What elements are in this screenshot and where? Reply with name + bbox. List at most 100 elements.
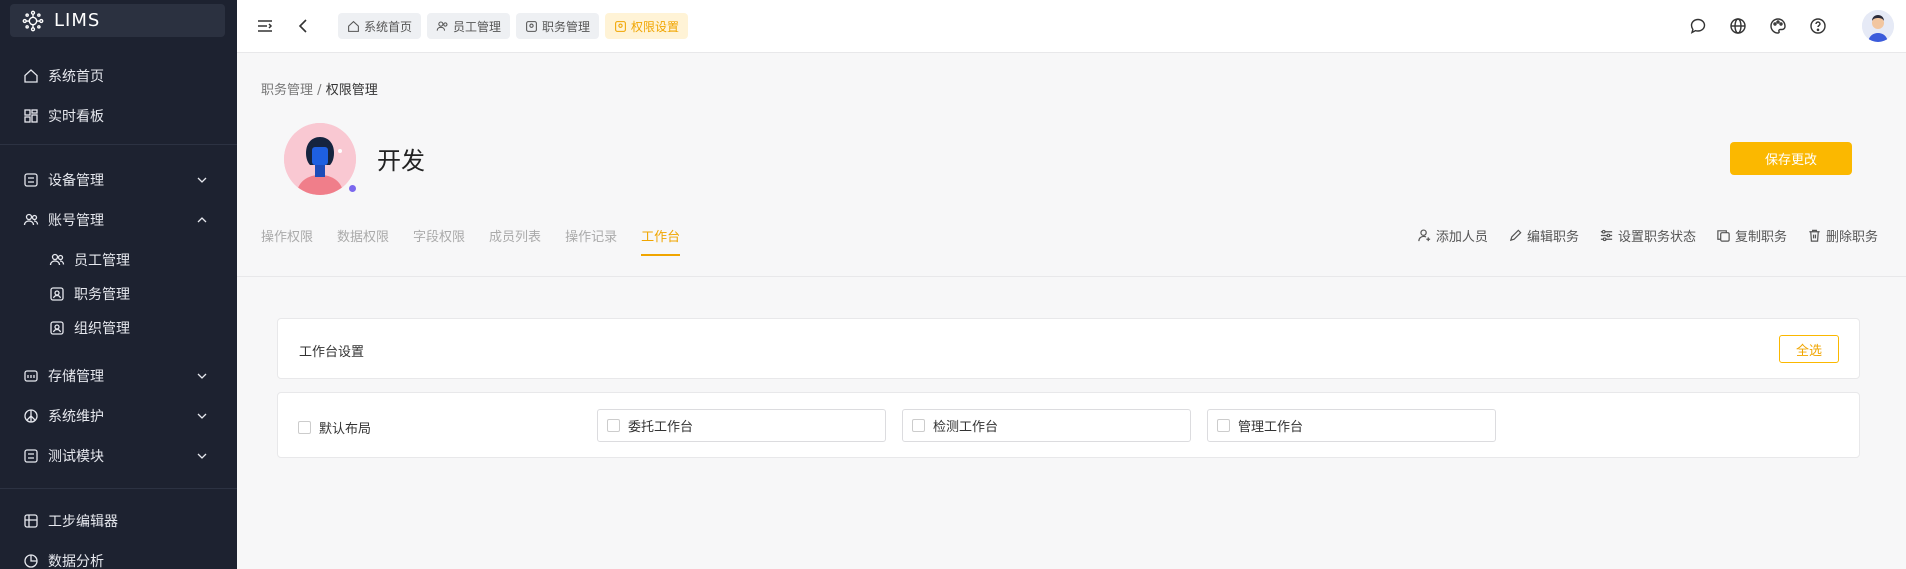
badge-icon [526,20,537,32]
edit-icon [1509,229,1522,242]
sidebar-divider [0,144,237,145]
role-actions: 添加人员 编辑职务 设置职务状态 复制职务 删除职务 [1417,226,1878,245]
users-icon [48,251,66,269]
tab-operation-permissions[interactable]: 操作权限 [261,226,313,254]
sidebar-divider [0,488,237,489]
tab-field-permissions[interactable]: 字段权限 [413,226,465,254]
grid-icon [22,512,40,530]
sidebar-item-maintenance[interactable]: 系统维护 [0,398,237,434]
sidebar-item-home[interactable]: 系统首页 [0,58,237,94]
checkbox[interactable] [912,419,925,432]
users-icon [22,211,40,229]
tab-divider [237,276,1906,277]
edit-position-button[interactable]: 编辑职务 [1508,226,1579,245]
chevron-down-icon [197,373,207,379]
sidebar-item-label: 组织管理 [74,321,130,337]
sidebar-item-label: 职务管理 [74,287,130,303]
logo-icon [22,10,44,31]
sidebar-item-label: 账号管理 [48,213,104,229]
sidebar: LIMS 系统首页 实时看板 设备管理 账号管理 员工管理 职务管理 组织管理 … [0,0,237,569]
permission-tabs: 操作权限 数据权限 字段权限 成员列表 操作记录 工作台 [261,226,681,256]
message-icon[interactable] [1688,16,1708,36]
sidebar-item-account[interactable]: 账号管理 [0,202,237,238]
app-logo[interactable]: LIMS [10,4,225,37]
action-label: 编辑职务 [1526,230,1579,245]
tab-operation-log[interactable]: 操作记录 [565,226,617,254]
option-label: 默认布局 [319,422,372,437]
badge-icon [48,319,66,337]
device-icon [22,171,40,189]
workbench-settings-card: 工作台设置 全选 [277,318,1860,379]
breadcrumb-parent[interactable]: 职务管理 [261,83,313,98]
chevron-up-icon [197,217,207,223]
badge-icon [48,285,66,303]
sidebar-item-test[interactable]: 测试模块 [0,438,237,474]
add-member-button[interactable]: 添加人员 [1417,226,1488,245]
action-label: 复制职务 [1734,230,1787,245]
menu-fold-icon[interactable] [255,16,275,36]
breadcrumb-current: 权限管理 [325,83,378,98]
copy-icon [1717,230,1730,242]
tab-permission-settings[interactable]: 权限设置 [605,13,689,39]
tab-label: 权限设置 [631,19,680,34]
role-avatar [284,123,356,195]
option-label: 委托工作台 [628,420,694,435]
option-entrust-workbench[interactable]: 委托工作台 [597,409,886,442]
users-icon [436,21,448,31]
checkbox[interactable] [298,421,311,434]
peace-icon [22,407,40,425]
status-dot [349,185,356,192]
palette-icon[interactable] [1768,16,1788,36]
sidebar-item-label: 系统首页 [48,69,104,85]
sidebar-item-dashboard[interactable]: 实时看板 [0,98,237,134]
delete-position-button[interactable]: 删除职务 [1807,226,1878,245]
chevron-down-icon [197,453,207,459]
globe-icon[interactable] [1728,16,1748,36]
sidebar-item-employees[interactable]: 员工管理 [0,242,237,278]
tab-employees[interactable]: 员工管理 [427,13,511,39]
sidebar-item-label: 数据分析 [48,554,104,569]
tab-data-permissions[interactable]: 数据权限 [337,226,389,254]
main-content: 职务管理 / 权限管理 开发 保存更改 操作权限 数据权限 字段权限 成员列表 … [237,53,1906,569]
sidebar-item-label: 工步编辑器 [48,514,118,530]
home-icon [348,20,359,32]
user-avatar[interactable] [1862,10,1894,42]
copy-position-button[interactable]: 复制职务 [1716,226,1787,245]
option-label: 检测工作台 [933,420,999,435]
sidebar-item-positions[interactable]: 职务管理 [0,276,237,312]
trash-icon [1809,229,1820,242]
test-icon [22,447,40,465]
sidebar-item-storage[interactable]: 存储管理 [0,358,237,394]
sidebar-item-label: 测试模块 [48,449,104,465]
sidebar-item-label: 员工管理 [74,253,130,269]
sidebar-item-label: 实时看板 [48,109,104,125]
checkbox[interactable] [1217,419,1230,432]
chevron-down-icon [197,177,207,183]
option-management-workbench[interactable]: 管理工作台 [1207,409,1496,442]
set-position-status-button[interactable]: 设置职务状态 [1599,226,1696,245]
tab-workbench[interactable]: 工作台 [641,226,681,256]
page-tabs: 系统首页 员工管理 职务管理 权限设置 [338,13,689,39]
sidebar-item-analytics[interactable]: 数据分析 [0,543,237,569]
sidebar-item-label: 设备管理 [48,173,104,189]
tab-label: 员工管理 [453,19,502,34]
checkbox[interactable] [607,419,620,432]
sidebar-item-device[interactable]: 设备管理 [0,162,237,198]
action-label: 删除职务 [1825,230,1878,245]
back-icon[interactable] [294,16,314,36]
option-inspection-workbench[interactable]: 检测工作台 [902,409,1191,442]
select-all-button[interactable]: 全选 [1779,335,1839,363]
workbench-options-card: 默认布局 委托工作台 检测工作台 管理工作台 [277,392,1860,458]
help-icon[interactable] [1808,16,1828,36]
sidebar-item-step-editor[interactable]: 工步编辑器 [0,503,237,539]
sidebar-item-organization[interactable]: 组织管理 [0,310,237,346]
role-title: 开发 [377,147,425,175]
save-changes-button[interactable]: 保存更改 [1730,142,1852,175]
tab-member-list[interactable]: 成员列表 [489,226,541,254]
tab-home[interactable]: 系统首页 [338,13,422,39]
action-label: 添加人员 [1435,230,1488,245]
tab-positions[interactable]: 职务管理 [516,13,600,39]
add-user-icon [1418,229,1431,242]
sidebar-item-label: 存储管理 [48,369,104,385]
option-default-layout[interactable]: 默认布局 [298,418,371,437]
